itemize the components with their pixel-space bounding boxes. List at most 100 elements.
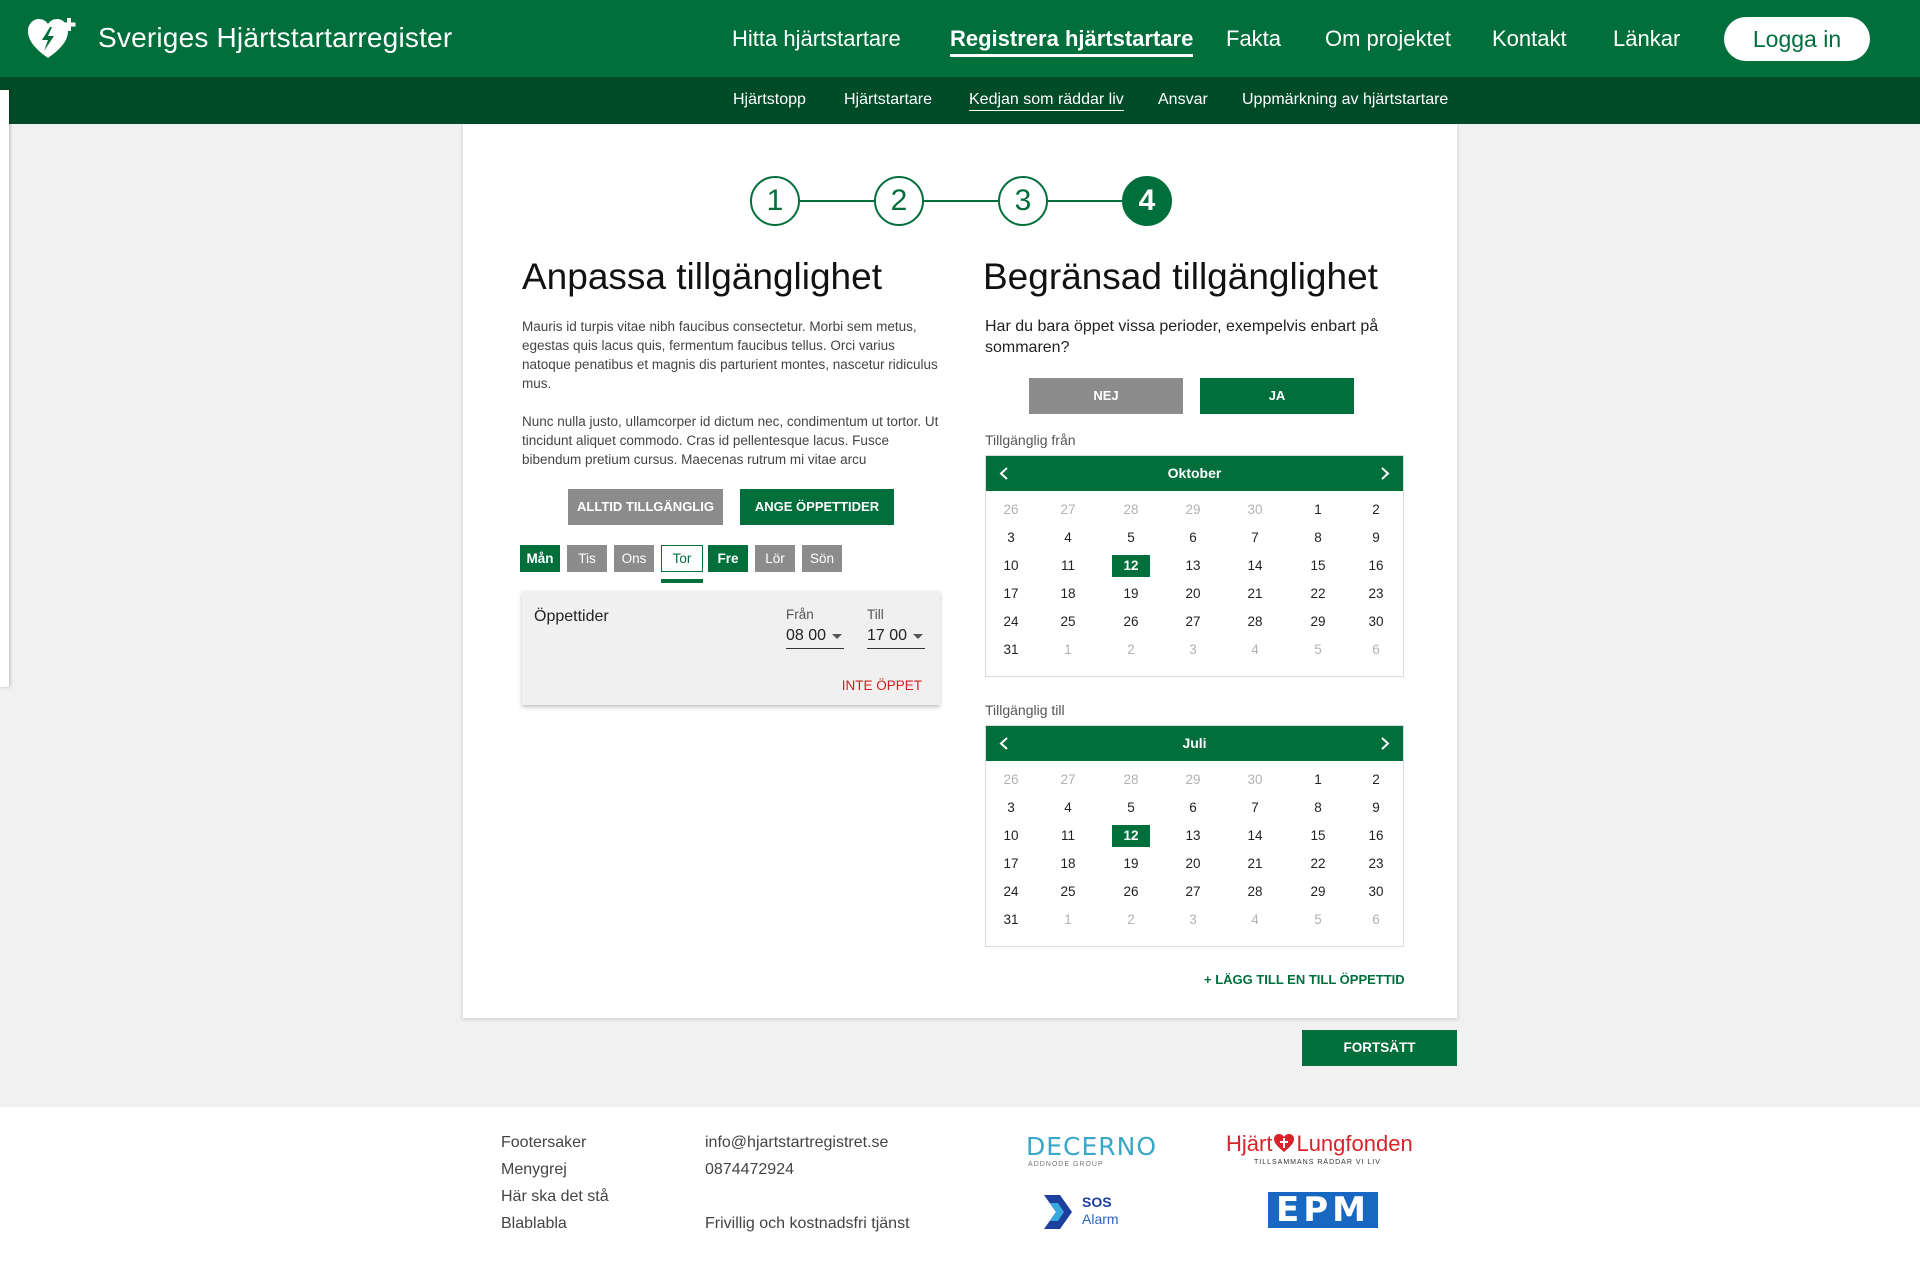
- step-4-current[interactable]: 4: [1122, 176, 1172, 226]
- calendar-day[interactable]: 2: [1357, 769, 1395, 791]
- hjart-lungfonden-logo[interactable]: Hjärt Lungfonden TILLSAMMANS RÄDDAR VI LI…: [1226, 1131, 1416, 1166]
- calendar-day[interactable]: 27: [1174, 881, 1212, 903]
- calendar-day[interactable]: 2: [1112, 909, 1150, 931]
- calendar-day[interactable]: 17: [992, 583, 1030, 605]
- set-opening-hours-button[interactable]: ANGE ÖPPETTIDER: [740, 489, 894, 525]
- calendar-day[interactable]: 2: [1112, 639, 1150, 661]
- calendar-day[interactable]: 15: [1299, 555, 1337, 577]
- calendar-day[interactable]: 28: [1112, 499, 1150, 521]
- calendar-day[interactable]: 31: [992, 639, 1030, 661]
- day-thu-selected[interactable]: Tor: [661, 545, 703, 572]
- calendar-day[interactable]: 28: [1236, 881, 1274, 903]
- calendar-day[interactable]: 8: [1299, 527, 1337, 549]
- footer-link[interactable]: Menygrej: [501, 1161, 567, 1179]
- day-mon[interactable]: Mån: [520, 545, 560, 572]
- calendar-day[interactable]: 11: [1049, 825, 1087, 847]
- calendar-day[interactable]: 28: [1112, 769, 1150, 791]
- from-time-select[interactable]: 08 00: [786, 627, 844, 649]
- calendar-day[interactable]: 27: [1049, 769, 1087, 791]
- subnav-kedjan[interactable]: Kedjan som räddar liv: [969, 91, 1124, 111]
- calendar-day[interactable]: 9: [1357, 797, 1395, 819]
- calendar-day[interactable]: 1: [1049, 639, 1087, 661]
- calendar-day[interactable]: 1: [1049, 909, 1087, 931]
- calendar-day[interactable]: 26: [1112, 881, 1150, 903]
- calendar-day[interactable]: 27: [1174, 611, 1212, 633]
- calendar-day[interactable]: 13: [1174, 825, 1212, 847]
- calendar-day[interactable]: 3: [1174, 909, 1212, 931]
- calendar-day[interactable]: 18: [1049, 583, 1087, 605]
- calendar-day[interactable]: 5: [1112, 797, 1150, 819]
- calendar-day[interactable]: 10: [992, 825, 1030, 847]
- continue-button[interactable]: FORTSÄTT: [1302, 1030, 1457, 1066]
- day-sun[interactable]: Sön: [802, 545, 842, 572]
- subnav-ansvar[interactable]: Ansvar: [1158, 91, 1208, 109]
- chevron-left-icon[interactable]: [990, 726, 1020, 761]
- calendar-day[interactable]: 21: [1236, 853, 1274, 875]
- calendar-day[interactable]: 30: [1236, 499, 1274, 521]
- calendar-day[interactable]: 1: [1299, 499, 1337, 521]
- add-opening-time-link[interactable]: + LÄGG TILL EN TILL ÖPPETTID: [1204, 972, 1405, 987]
- footer-email-link[interactable]: info@hjartstartregistret.se: [705, 1134, 888, 1152]
- calendar-day[interactable]: 11: [1049, 555, 1087, 577]
- calendar-day[interactable]: 16: [1357, 555, 1395, 577]
- yes-button[interactable]: JA: [1200, 378, 1354, 414]
- always-available-button[interactable]: ALLTID TILLGÄNGLIG: [568, 489, 723, 525]
- calendar-day[interactable]: 5: [1299, 909, 1337, 931]
- calendar-day[interactable]: 25: [1049, 611, 1087, 633]
- calendar-day[interactable]: 3: [1174, 639, 1212, 661]
- calendar-day[interactable]: 13: [1174, 555, 1212, 577]
- step-2[interactable]: 2: [874, 176, 924, 226]
- calendar-day[interactable]: 5: [1112, 527, 1150, 549]
- step-3[interactable]: 3: [998, 176, 1048, 226]
- calendar-day[interactable]: 25: [1049, 881, 1087, 903]
- calendar-day[interactable]: 1: [1299, 769, 1337, 791]
- decerno-logo[interactable]: DECERNO ADDNODE GROUP: [1026, 1133, 1176, 1169]
- calendar-day[interactable]: 8: [1299, 797, 1337, 819]
- day-sat[interactable]: Lör: [755, 545, 795, 572]
- calendar-day[interactable]: 14: [1236, 825, 1274, 847]
- calendar-day[interactable]: 4: [1236, 909, 1274, 931]
- calendar-day[interactable]: 5: [1299, 639, 1337, 661]
- heart-defibrillator-logo-icon[interactable]: [26, 16, 78, 62]
- calendar-day[interactable]: 6: [1357, 639, 1395, 661]
- calendar-day[interactable]: 26: [992, 769, 1030, 791]
- calendar-day[interactable]: 21: [1236, 583, 1274, 605]
- calendar-day[interactable]: 30: [1357, 611, 1395, 633]
- calendar-day[interactable]: 29: [1174, 769, 1212, 791]
- calendar-day[interactable]: 27: [1049, 499, 1087, 521]
- site-title[interactable]: Sveriges Hjärtstartarregister: [98, 22, 452, 54]
- calendar-day[interactable]: 23: [1357, 583, 1395, 605]
- calendar-day[interactable]: 7: [1236, 797, 1274, 819]
- sos-alarm-logo[interactable]: SOS Alarm: [1040, 1191, 1130, 1235]
- calendar-day[interactable]: 2: [1357, 499, 1395, 521]
- chevron-left-icon[interactable]: [990, 456, 1020, 491]
- day-fri[interactable]: Fre: [708, 545, 748, 572]
- calendar-day[interactable]: 3: [992, 527, 1030, 549]
- nav-registrera[interactable]: Registrera hjärtstartare: [950, 26, 1194, 57]
- calendar-day-selected[interactable]: 12: [1112, 555, 1150, 577]
- calendar-day[interactable]: 4: [1236, 639, 1274, 661]
- nav-lankar[interactable]: Länkar: [1613, 26, 1680, 52]
- calendar-day[interactable]: 22: [1299, 853, 1337, 875]
- calendar-day[interactable]: 7: [1236, 527, 1274, 549]
- calendar-day[interactable]: 6: [1174, 797, 1212, 819]
- nav-kontakt[interactable]: Kontakt: [1492, 26, 1567, 52]
- calendar-day[interactable]: 29: [1299, 881, 1337, 903]
- calendar-day[interactable]: 19: [1112, 853, 1150, 875]
- footer-link[interactable]: Här ska det stå: [501, 1188, 609, 1206]
- nav-om-projektet[interactable]: Om projektet: [1325, 26, 1451, 52]
- calendar-day[interactable]: 20: [1174, 853, 1212, 875]
- calendar-day[interactable]: 6: [1357, 909, 1395, 931]
- subnav-hjartstartare[interactable]: Hjärtstartare: [844, 91, 932, 109]
- calendar-day[interactable]: 15: [1299, 825, 1337, 847]
- login-button[interactable]: Logga in: [1724, 17, 1870, 61]
- calendar-day[interactable]: 30: [1357, 881, 1395, 903]
- nav-hitta[interactable]: Hitta hjärtstartare: [732, 26, 901, 52]
- calendar-day[interactable]: 4: [1049, 797, 1087, 819]
- calendar-day[interactable]: 22: [1299, 583, 1337, 605]
- calendar-day[interactable]: 10: [992, 555, 1030, 577]
- calendar-day[interactable]: 28: [1236, 611, 1274, 633]
- subnav-uppmarkning[interactable]: Uppmärkning av hjärtstartare: [1242, 91, 1448, 109]
- calendar-day[interactable]: 26: [1112, 611, 1150, 633]
- calendar-day[interactable]: 19: [1112, 583, 1150, 605]
